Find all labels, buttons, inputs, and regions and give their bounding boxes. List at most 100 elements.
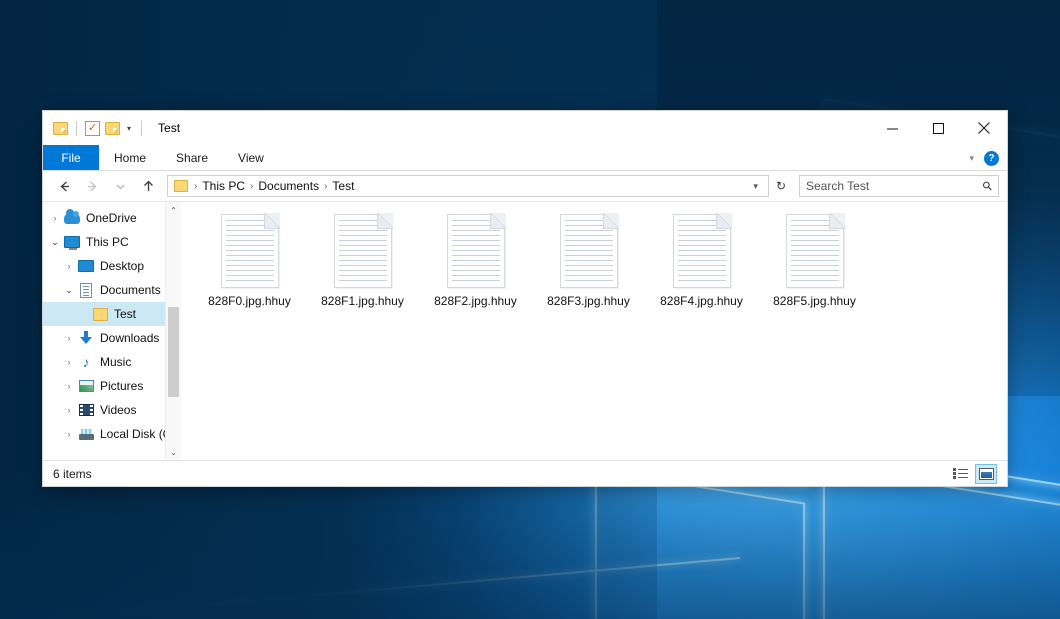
chevron-right-icon[interactable]: › (61, 429, 77, 439)
file-item[interactable]: 828F5.jpg.hhuy (758, 214, 871, 332)
sidebar-item-label: Videos (100, 403, 136, 417)
sidebar-item-documents[interactable]: ⌄ Documents (43, 278, 181, 302)
breadcrumb[interactable]: › This PC › Documents › Test ▾ (167, 175, 769, 197)
sidebar-item-label: Documents (100, 283, 161, 297)
properties-icon[interactable]: ✓ (85, 121, 100, 136)
generic-file-icon (673, 214, 731, 288)
music-icon: ♪ (77, 354, 95, 370)
details-view-icon (953, 468, 968, 479)
window-title: Test (158, 121, 180, 135)
sidebar-item-desktop[interactable]: ›Desktop (43, 254, 181, 278)
breadcrumb-item-this-pc[interactable]: This PC (199, 179, 248, 193)
chevron-down-icon[interactable]: ⌄ (61, 285, 77, 296)
generic-file-icon (334, 214, 392, 288)
chevron-down-icon[interactable]: ▾ (969, 153, 974, 164)
details-view-button[interactable] (949, 464, 971, 484)
file-item[interactable]: 828F0.jpg.hhuy (193, 214, 306, 332)
chevron-right-icon[interactable]: › (61, 405, 77, 415)
chevron-right-icon[interactable]: › (61, 333, 77, 343)
scrollbar-thumb[interactable] (168, 307, 179, 397)
cloud-icon (63, 210, 81, 226)
desktop-icon (77, 258, 95, 274)
file-name-label: 828F0.jpg.hhuy (208, 294, 291, 308)
file-name-label: 828F2.jpg.hhuy (434, 294, 517, 308)
toolbar-divider (141, 121, 142, 136)
ribbon-actions: ▾ ? (969, 145, 1007, 171)
sidebar-item-local-disk-c[interactable]: ›Local Disk (C:) (43, 422, 181, 446)
tab-share[interactable]: Share (161, 145, 223, 171)
sidebar-item-videos[interactable]: › Videos (43, 398, 181, 422)
sidebar-item-music[interactable]: ›♪Music (43, 350, 181, 374)
sidebar-item-pictures[interactable]: ›Pictures (43, 374, 181, 398)
file-explorer-window: ✓ ▾ Test File Home Share View ▾ ? (42, 110, 1008, 487)
generic-file-icon (447, 214, 505, 288)
sidebar-item-this-pc[interactable]: ⌄This PC (43, 230, 181, 254)
sidebar-item-label: OneDrive (86, 211, 137, 225)
file-item[interactable]: 828F3.jpg.hhuy (532, 214, 645, 332)
ribbon-divider (43, 170, 1007, 171)
sidebar-item-label: Test (114, 307, 136, 321)
tab-view[interactable]: View (223, 145, 279, 171)
large-icons-view-button[interactable] (975, 464, 997, 484)
chevron-down-icon[interactable]: ▾ (747, 181, 764, 192)
chevron-right-icon[interactable]: › (61, 357, 77, 367)
folder-icon[interactable] (53, 122, 68, 135)
refresh-icon[interactable]: ↻ (771, 179, 791, 193)
title-bar: ✓ ▾ Test (43, 111, 1007, 145)
forward-button[interactable] (79, 174, 105, 198)
chevron-right-icon[interactable]: › (47, 213, 63, 223)
navigation-scrollbar[interactable]: ⌃ ⌄ (165, 202, 181, 460)
file-name-label: 828F3.jpg.hhuy (547, 294, 630, 308)
sidebar-item-downloads[interactable]: › Downloads (43, 326, 181, 350)
minimize-button[interactable] (869, 111, 915, 145)
folder-icon (91, 306, 109, 322)
chevron-right-icon[interactable]: › (61, 261, 77, 271)
sidebar-item-label: Downloads (100, 331, 159, 345)
navigation-tree: › OneDrive ⌄This PC›Desktop ⌄ Documents Test ›… (43, 202, 181, 446)
generic-file-icon (221, 214, 279, 288)
downloads-icon (77, 330, 95, 346)
breadcrumb-item-documents[interactable]: Documents (255, 179, 322, 193)
file-list-view[interactable]: 828F0.jpg.hhuy 828F1.jpg.hhuy 828F2.jpg.hh… (181, 202, 1007, 460)
search-placeholder: Search Test (806, 179, 983, 193)
documents-icon (77, 282, 95, 298)
maximize-button[interactable] (915, 111, 961, 145)
scroll-down-icon[interactable]: ⌄ (166, 444, 181, 460)
pc-icon (63, 234, 81, 250)
file-name-label: 828F1.jpg.hhuy (321, 294, 404, 308)
sidebar-item-test[interactable]: Test (43, 302, 181, 326)
file-item[interactable]: 828F1.jpg.hhuy (306, 214, 419, 332)
search-input[interactable]: Search Test ⚲ (799, 175, 999, 197)
chevron-down-icon[interactable]: ▾ (125, 124, 133, 133)
file-item[interactable]: 828F2.jpg.hhuy (419, 214, 532, 332)
file-item[interactable]: 828F4.jpg.hhuy (645, 214, 758, 332)
breadcrumb-item-test[interactable]: Test (329, 179, 357, 193)
chevron-right-icon[interactable]: › (61, 381, 77, 391)
generic-file-icon (786, 214, 844, 288)
tab-file[interactable]: File (43, 145, 99, 171)
view-mode-buttons (949, 464, 997, 484)
close-button[interactable] (961, 111, 1007, 145)
breadcrumb-separator: › (192, 181, 199, 192)
sidebar-item-onedrive[interactable]: › OneDrive (43, 206, 181, 230)
tab-home[interactable]: Home (99, 145, 161, 171)
new-folder-icon[interactable] (105, 122, 120, 135)
help-icon[interactable]: ? (984, 151, 999, 166)
wallpaper-shade-bottom (0, 469, 1060, 619)
toolbar-divider (76, 121, 77, 136)
file-name-label: 828F5.jpg.hhuy (773, 294, 856, 308)
file-name-label: 828F4.jpg.hhuy (660, 294, 743, 308)
status-bar: 6 items (43, 460, 1007, 486)
videos-icon (77, 402, 95, 418)
item-count-label: 6 items (53, 467, 92, 481)
breadcrumb-separator: › (248, 181, 255, 192)
file-grid: 828F0.jpg.hhuy 828F1.jpg.hhuy 828F2.jpg.hh… (193, 214, 1007, 332)
scroll-up-icon[interactable]: ⌃ (166, 202, 181, 218)
up-button[interactable] (135, 174, 161, 198)
recent-locations-button[interactable] (107, 174, 133, 198)
chevron-down-icon[interactable]: ⌄ (47, 237, 63, 248)
back-button[interactable] (51, 174, 77, 198)
window-body: › OneDrive ⌄This PC›Desktop ⌄ Documents Test ›… (43, 201, 1007, 460)
breadcrumb-separator: › (322, 181, 329, 192)
generic-file-icon (560, 214, 618, 288)
